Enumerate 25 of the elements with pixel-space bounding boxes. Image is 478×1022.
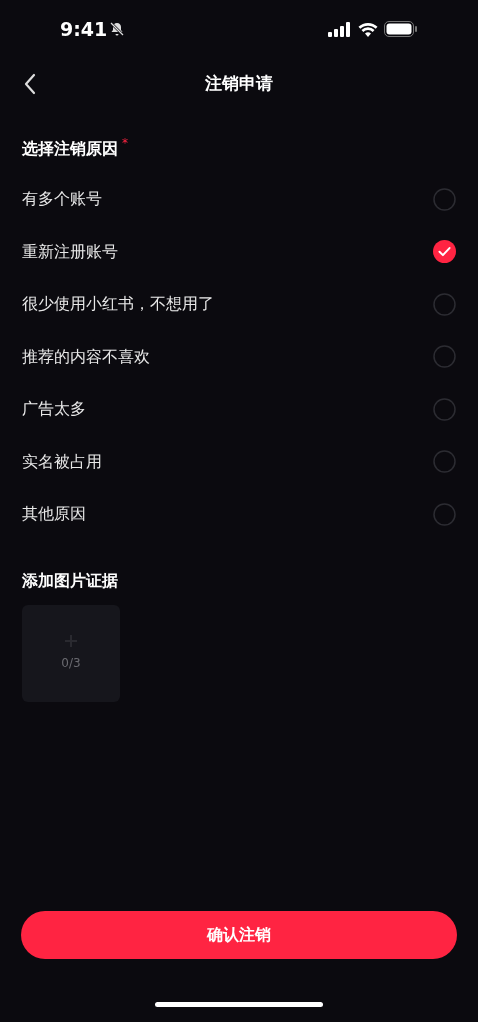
reason-option[interactable]: 推荐的内容不喜欢 — [0, 330, 478, 383]
confirm-button[interactable]: 确认注销 — [21, 911, 457, 959]
page-title: 注销申请 — [205, 72, 273, 96]
required-mark: * — [122, 137, 128, 149]
reason-option[interactable]: 广告太多 — [0, 383, 478, 436]
section-title: 选择注销原因 — [22, 138, 118, 160]
signal-icon — [328, 21, 352, 37]
radio-icon[interactable] — [433, 450, 456, 474]
wifi-icon — [358, 21, 378, 37]
radio-icon[interactable] — [433, 187, 456, 211]
image-count: 0/3 — [61, 655, 81, 672]
radio-icon[interactable] — [433, 397, 456, 421]
radio-icon[interactable] — [433, 502, 456, 526]
reason-option[interactable]: 有多个账号 — [0, 173, 478, 226]
status-time: 9:41 — [60, 16, 108, 42]
section-title: 添加图片证据 — [21, 569, 119, 592]
radio-icon[interactable] — [433, 345, 456, 369]
reason-option[interactable]: 很少使用小红书，不想用了 — [0, 278, 478, 331]
battery-icon — [384, 21, 418, 37]
reason-option[interactable]: 重新注册账号 — [0, 225, 478, 278]
checked-radio-icon[interactable] — [433, 240, 456, 264]
radio-icon[interactable] — [433, 292, 456, 316]
bell-muted-icon — [109, 21, 126, 37]
reason-option[interactable]: 实名被占用 — [0, 435, 478, 488]
reason-option[interactable]: 其他原因 — [0, 488, 478, 541]
